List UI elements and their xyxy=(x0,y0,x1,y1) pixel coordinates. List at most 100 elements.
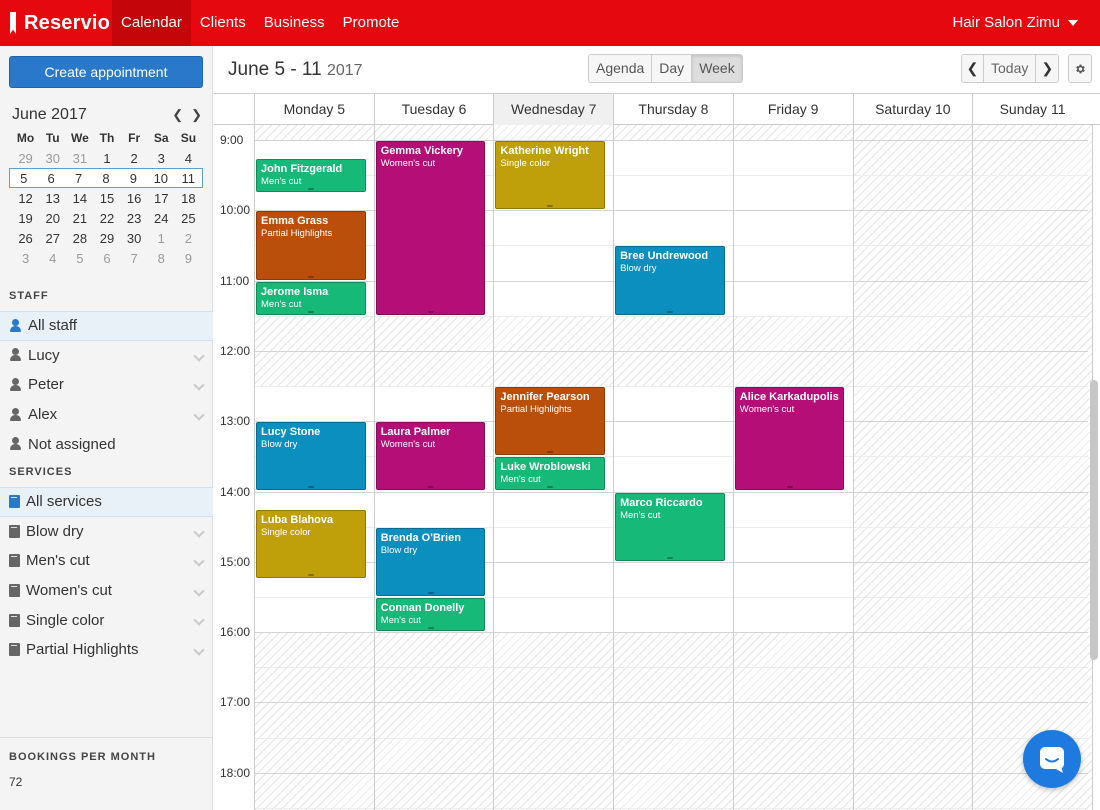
chevron-down-icon[interactable] xyxy=(193,614,205,627)
mini-calendar-day[interactable]: 4 xyxy=(175,151,202,166)
appointment[interactable]: Jennifer Pearson Partial Highlights xyxy=(495,387,606,456)
chevron-down-icon[interactable] xyxy=(193,349,205,362)
salon-menu[interactable]: Hair Salon Zimu xyxy=(952,0,1078,46)
staff-item-peter[interactable]: Peter xyxy=(0,370,213,400)
service-item-all[interactable]: All services xyxy=(0,487,213,517)
mini-calendar-day[interactable]: 25 xyxy=(175,211,202,226)
day-header[interactable]: Thursday 8 xyxy=(613,94,733,125)
day-header[interactable]: Wednesday 7 xyxy=(493,94,614,125)
mini-calendar-day[interactable]: 8 xyxy=(92,171,119,186)
appointment[interactable]: Jerome Isma Men's cut xyxy=(256,281,366,315)
view-day-button[interactable]: Day xyxy=(652,55,693,82)
mini-calendar-day[interactable]: 1 xyxy=(93,151,120,166)
resize-handle[interactable] xyxy=(307,574,314,577)
chat-button[interactable] xyxy=(1023,730,1081,788)
day-header[interactable]: Sunday 11 xyxy=(972,94,1092,125)
service-item-partial-highlights[interactable]: Partial Highlights xyxy=(0,635,213,665)
staff-item-lucy[interactable]: Lucy xyxy=(0,341,213,371)
resize-handle[interactable] xyxy=(307,275,314,278)
mini-calendar-day[interactable]: 24 xyxy=(148,211,175,226)
week-row[interactable]: 12 13 14 15 16 17 18 xyxy=(12,188,202,208)
prev-month-icon[interactable]: ❮ xyxy=(172,107,183,123)
resize-handle[interactable] xyxy=(307,310,314,313)
mini-calendar-day[interactable]: 20 xyxy=(39,211,66,226)
appointment[interactable]: Gemma Vickery Women's cut xyxy=(375,141,486,315)
appointment[interactable]: Luke Wroblowski Men's cut xyxy=(495,457,606,491)
mini-calendar-day[interactable]: 2 xyxy=(121,151,148,166)
appointment[interactable]: Marco Riccardo Men's cut xyxy=(615,492,725,561)
mini-calendar-day[interactable]: 30 xyxy=(39,151,66,166)
service-item-blow-dry[interactable]: Blow dry xyxy=(0,517,213,547)
mini-calendar-day[interactable]: 23 xyxy=(121,211,148,226)
settings-button[interactable] xyxy=(1068,54,1092,83)
mini-calendar-day[interactable]: 31 xyxy=(66,151,93,166)
mini-calendar-day[interactable]: 5 xyxy=(66,251,93,266)
chevron-down-icon[interactable] xyxy=(193,525,205,538)
prev-week-button[interactable]: ❮ xyxy=(962,55,984,82)
selected-week-row[interactable]: 5 6 7 8 9 10 11 xyxy=(9,168,203,188)
resize-handle[interactable] xyxy=(666,310,673,313)
today-button[interactable]: Today xyxy=(984,55,1037,82)
mini-calendar-day[interactable]: 29 xyxy=(93,231,120,246)
nav-calendar[interactable]: Calendar xyxy=(112,0,191,46)
view-agenda-button[interactable]: Agenda xyxy=(589,55,653,82)
mini-calendar-day[interactable]: 7 xyxy=(65,171,92,186)
chevron-down-icon[interactable] xyxy=(193,585,205,597)
mini-calendar-day[interactable]: 28 xyxy=(66,231,93,246)
resize-handle[interactable] xyxy=(427,486,434,489)
appointment[interactable]: John Fitzgerald Men's cut xyxy=(256,158,366,192)
chevron-down-icon[interactable] xyxy=(193,555,205,567)
calendar-scrollbar[interactable] xyxy=(1090,380,1098,660)
chevron-down-icon[interactable] xyxy=(193,379,205,391)
mini-calendar-day[interactable]: 11 xyxy=(175,171,202,186)
mini-calendar-day[interactable]: 10 xyxy=(147,171,174,186)
resize-handle[interactable] xyxy=(666,556,673,559)
mini-calendar-day[interactable]: 21 xyxy=(66,211,93,226)
resize-handle[interactable] xyxy=(427,627,434,630)
staff-item-alex[interactable]: Alex xyxy=(0,400,213,430)
mini-calendar-day[interactable]: 30 xyxy=(121,231,148,246)
day-header[interactable]: Monday 5 xyxy=(254,94,374,125)
mini-calendar-day[interactable]: 3 xyxy=(148,151,175,166)
resize-handle[interactable] xyxy=(786,486,793,489)
mini-calendar-day[interactable]: 17 xyxy=(148,191,175,206)
nav-promote[interactable]: Promote xyxy=(334,0,409,46)
mini-calendar-day[interactable]: 12 xyxy=(12,191,39,206)
week-row[interactable]: 19 20 21 22 23 24 25 xyxy=(12,208,202,228)
appointment[interactable]: Alice Karkadupolis Women's cut xyxy=(734,387,845,491)
appointment[interactable]: Connan Donelly Men's cut xyxy=(375,597,486,632)
appointment[interactable]: Bree Undrewood Blow dry xyxy=(615,246,725,315)
staff-item-all[interactable]: All staff xyxy=(0,311,213,341)
mini-calendar-day[interactable]: 22 xyxy=(93,211,120,226)
mini-calendar-day[interactable]: 5 xyxy=(10,171,37,186)
mini-calendar-day[interactable]: 9 xyxy=(120,171,147,186)
mini-calendar-day[interactable]: 19 xyxy=(12,211,39,226)
calendar-grid[interactable]: 9:00 10:00 11:00 12:00 13:00 14:00 15:00 16:00 1… xyxy=(214,125,1093,810)
mini-calendar-day[interactable]: 8 xyxy=(148,251,175,266)
mini-calendar-day[interactable]: 4 xyxy=(39,251,66,266)
next-week-button[interactable]: ❯ xyxy=(1036,55,1059,82)
appointment[interactable]: Brenda O'Brien Blow dry xyxy=(375,527,486,596)
week-row[interactable]: 29 30 31 1 2 3 4 xyxy=(12,148,202,168)
nav-business[interactable]: Business xyxy=(255,0,334,46)
resize-handle[interactable] xyxy=(547,451,554,454)
resize-handle[interactable] xyxy=(307,486,314,489)
day-header[interactable]: Saturday 10 xyxy=(852,94,973,125)
service-item-womens-cut[interactable]: Women's cut xyxy=(0,576,213,606)
mini-calendar-day[interactable]: 3 xyxy=(12,251,39,266)
mini-calendar-day[interactable]: 27 xyxy=(39,231,66,246)
service-item-mens-cut[interactable]: Men's cut xyxy=(0,546,213,576)
resize-handle[interactable] xyxy=(547,205,554,208)
day-header[interactable]: Tuesday 6 xyxy=(373,94,494,125)
mini-calendar-day[interactable]: 6 xyxy=(37,171,64,186)
mini-calendar-day[interactable]: 14 xyxy=(66,191,93,206)
reservio-logo[interactable]: Reservio xyxy=(0,0,112,46)
appointment[interactable]: Laura Palmer Women's cut xyxy=(375,422,486,491)
nav-clients[interactable]: Clients xyxy=(191,0,255,46)
next-month-icon[interactable]: ❯ xyxy=(191,107,202,123)
mini-calendar-day[interactable]: 26 xyxy=(12,231,39,246)
week-row[interactable]: 3456789 xyxy=(12,248,202,268)
mini-calendar-day[interactable]: 29 xyxy=(12,151,39,166)
appointment[interactable]: Katherine Wright Single color xyxy=(495,141,606,210)
resize-handle[interactable] xyxy=(307,187,314,190)
